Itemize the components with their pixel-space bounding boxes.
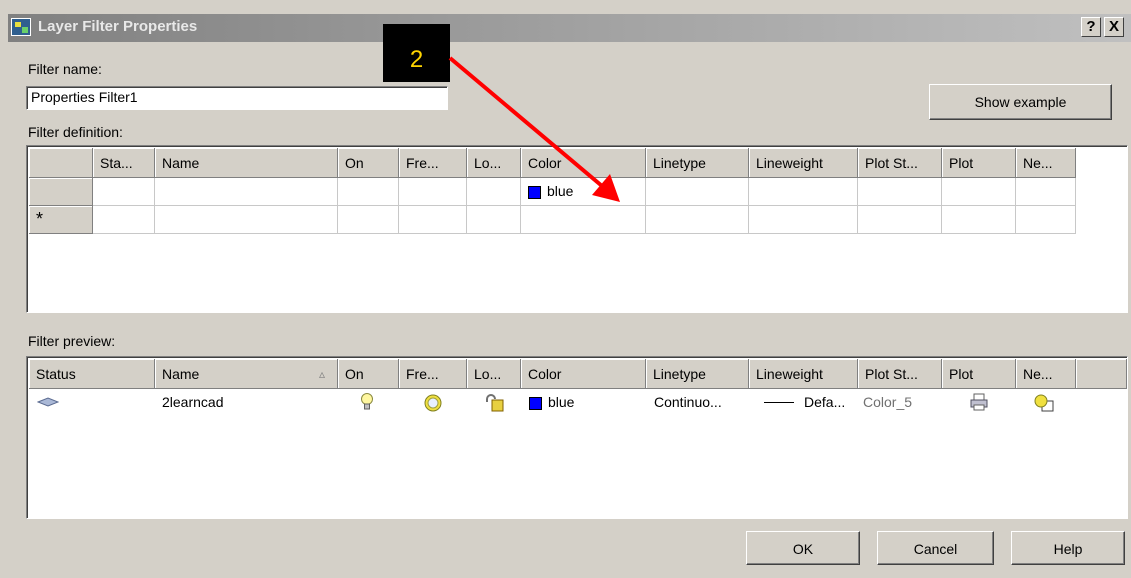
col-linetype[interactable]: Linetype bbox=[646, 148, 749, 178]
layer-name: 2learncad bbox=[162, 394, 224, 410]
sun-icon[interactable] bbox=[423, 393, 443, 413]
grid-corner-header bbox=[29, 148, 93, 178]
cell-name[interactable] bbox=[155, 206, 338, 234]
color-cell[interactable]: blue bbox=[529, 389, 574, 415]
cancel-button[interactable]: Cancel bbox=[877, 531, 994, 565]
close-icon[interactable]: X bbox=[1104, 17, 1124, 37]
lineweight-sample bbox=[764, 402, 794, 403]
cell-lineweight[interactable] bbox=[749, 178, 858, 206]
col-plot-style[interactable]: Plot St... bbox=[858, 148, 942, 178]
ok-button[interactable]: OK bbox=[746, 531, 860, 565]
col-on[interactable]: On bbox=[338, 359, 399, 389]
cell-linetype[interactable] bbox=[646, 178, 749, 206]
lightbulb-icon[interactable] bbox=[360, 392, 374, 412]
cell-plot-style[interactable] bbox=[858, 178, 942, 206]
printer-icon[interactable] bbox=[969, 393, 989, 411]
new-viewport-freeze-icon[interactable] bbox=[1033, 393, 1055, 413]
cell-new-vp[interactable] bbox=[1016, 178, 1076, 206]
layer-status-icon bbox=[37, 397, 59, 407]
cell-lineweight[interactable] bbox=[749, 206, 858, 234]
callout-arrow bbox=[448, 56, 620, 202]
row-header[interactable] bbox=[29, 178, 93, 206]
plot-style-value: Color_5 bbox=[863, 394, 913, 410]
linetype-value[interactable]: Continuo... bbox=[654, 389, 722, 415]
col-new-vp[interactable]: Ne... bbox=[1016, 359, 1076, 389]
show-example-button[interactable]: Show example bbox=[929, 84, 1112, 120]
col-color[interactable]: Color bbox=[521, 359, 646, 389]
col-plot[interactable]: Plot bbox=[942, 148, 1016, 178]
col-lineweight[interactable]: Lineweight bbox=[749, 148, 858, 178]
filter-definition-label: Filter definition: bbox=[28, 124, 123, 140]
col-status[interactable]: Sta... bbox=[93, 148, 155, 178]
color-swatch-icon bbox=[529, 396, 542, 410]
col-new-vp[interactable]: Ne... bbox=[1016, 148, 1076, 178]
padlock-icon[interactable] bbox=[483, 393, 505, 413]
help-button[interactable]: Help bbox=[1011, 531, 1125, 565]
table-row[interactable]: 2learncad blue Continuo... Defa... Color… bbox=[27, 389, 1127, 415]
filter-preview-list[interactable]: Status Name ▵ On Fre... Lo... Color Linet… bbox=[26, 356, 1128, 519]
lineweight-value[interactable]: Defa... bbox=[804, 389, 845, 415]
col-plot[interactable]: Plot bbox=[942, 359, 1016, 389]
col-filler bbox=[1076, 359, 1127, 389]
col-name[interactable]: Name bbox=[155, 148, 338, 178]
color-value: blue bbox=[548, 394, 575, 410]
col-lock[interactable]: Lo... bbox=[467, 359, 521, 389]
filter-name-input[interactable]: Properties Filter1 bbox=[26, 86, 448, 110]
col-freeze[interactable]: Fre... bbox=[399, 359, 467, 389]
col-name-label: Name bbox=[162, 366, 200, 382]
col-linetype[interactable]: Linetype bbox=[646, 359, 749, 389]
filter-name-label: Filter name: bbox=[28, 61, 102, 77]
sort-ascending-icon: ▵ bbox=[318, 367, 325, 381]
filter-preview-label: Filter preview: bbox=[28, 333, 116, 349]
cell-status[interactable] bbox=[93, 206, 155, 234]
window-title: Layer Filter Properties bbox=[38, 18, 198, 35]
new-row-marker[interactable]: * bbox=[29, 206, 93, 234]
title-bar: Layer Filter Properties ? X bbox=[8, 14, 1131, 42]
cell-plot[interactable] bbox=[942, 206, 1016, 234]
cell-new-vp[interactable] bbox=[1016, 206, 1076, 234]
col-on[interactable]: On bbox=[338, 148, 399, 178]
cell-status[interactable] bbox=[93, 178, 155, 206]
cell-linetype[interactable] bbox=[646, 206, 749, 234]
cell-plot-style[interactable] bbox=[858, 206, 942, 234]
cell-on[interactable] bbox=[338, 178, 399, 206]
app-icon bbox=[11, 18, 31, 36]
help-icon[interactable]: ? bbox=[1081, 17, 1101, 37]
cell-plot[interactable] bbox=[942, 178, 1016, 206]
col-name[interactable]: Name ▵ bbox=[155, 359, 338, 389]
col-plot-style[interactable]: Plot St... bbox=[858, 359, 942, 389]
col-status[interactable]: Status bbox=[29, 359, 155, 389]
cell-name[interactable] bbox=[155, 178, 338, 206]
col-lineweight[interactable]: Lineweight bbox=[749, 359, 858, 389]
cell-on[interactable] bbox=[338, 206, 399, 234]
